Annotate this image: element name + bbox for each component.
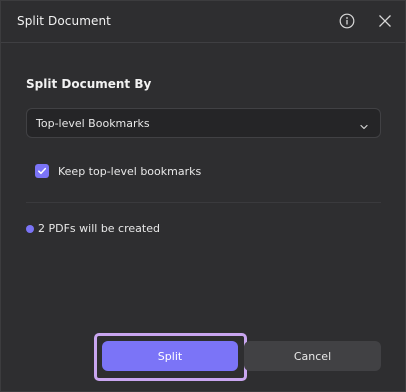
keep-bookmarks-label: Keep top-level bookmarks (58, 164, 202, 178)
checkmark-icon (38, 167, 47, 175)
keep-bookmarks-option[interactable]: Keep top-level bookmarks (35, 163, 201, 179)
split-by-select[interactable]: Top-level Bookmarks (26, 108, 381, 138)
cancel-button[interactable]: Cancel (244, 341, 381, 371)
status-dot-icon (26, 224, 34, 233)
split-document-dialog: Split Document Split Document By Top-lev… (0, 0, 406, 392)
dialog-titlebar: Split Document (1, 1, 405, 43)
dialog-title: Split Document (17, 14, 111, 28)
section-divider (26, 202, 381, 203)
status-message: 2 PDFs will be created (26, 222, 160, 235)
chevron-down-icon (358, 118, 370, 130)
status-text: 2 PDFs will be created (38, 222, 160, 235)
close-icon[interactable] (375, 11, 395, 31)
keep-bookmarks-checkbox[interactable] (35, 164, 49, 178)
split-by-selected-value: Top-level Bookmarks (36, 117, 150, 130)
info-icon[interactable] (337, 11, 357, 31)
split-by-heading: Split Document By (26, 77, 152, 91)
split-button[interactable]: Split (102, 341, 238, 371)
